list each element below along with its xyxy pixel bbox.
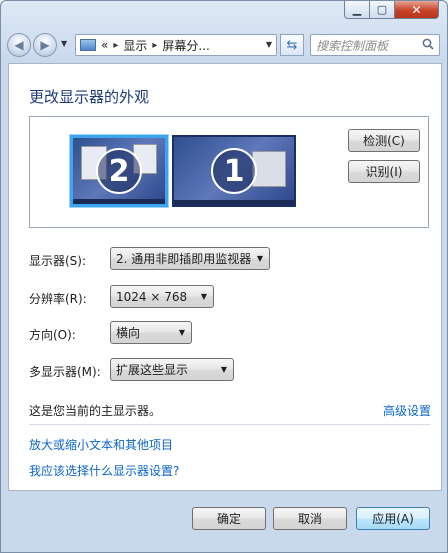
monitor-number-badge: 2 <box>96 148 142 194</box>
navigation-bar: ◀ ▶ ▼ « ▸ 显示 ▸ 屏幕分... ▼ ⇆ 搜索控制面板 <box>7 31 441 59</box>
orientation-select[interactable]: 横向 ▼ <box>110 321 192 344</box>
display-label: 显示器(S): <box>29 254 87 268</box>
apply-button[interactable]: 应用(A) <box>356 507 430 530</box>
screen-resolution-window: ▁ ▢ ✕ ◀ ▶ ▼ « ▸ 显示 ▸ 屏幕分... ▼ ⇆ 搜索控制面板 更… <box>0 0 448 553</box>
minimize-icon: ▁ <box>352 3 362 16</box>
display-select-value: 2. 通用非即插即用监视器 <box>116 252 252 266</box>
close-button[interactable]: ✕ <box>395 1 439 19</box>
resolution-select[interactable]: 1024 × 768 ▼ <box>110 285 214 308</box>
control-panel-icon <box>80 39 96 51</box>
recent-pages-dropdown[interactable]: ▼ <box>61 39 67 48</box>
close-icon: ✕ <box>411 2 422 17</box>
chevron-right-icon[interactable]: ▸ <box>152 40 157 51</box>
maximize-icon: ▢ <box>376 3 388 16</box>
monitor-2[interactable]: 2 <box>70 135 168 207</box>
resolution-select-value: 1024 × 768 <box>116 289 188 304</box>
status-text: 这是您当前的主显示器。 <box>29 404 162 418</box>
chevron-down-icon: ▼ <box>178 328 185 337</box>
taskbar-strip <box>174 200 294 205</box>
orientation-select-value: 横向 <box>116 326 141 340</box>
orientation-label: 方向(O): <box>29 328 76 342</box>
window-thumbnail <box>252 151 286 187</box>
display-help-link[interactable]: 我应该选择什么显示器设置? <box>29 462 179 479</box>
arrow-left-icon: ◀ <box>14 38 24 52</box>
address-bar[interactable]: « ▸ 显示 ▸ 屏幕分... ▼ <box>75 34 277 56</box>
search-placeholder: 搜索控制面板 <box>316 38 389 53</box>
detect-button[interactable]: 检测(C) <box>348 129 420 152</box>
chevron-down-icon: ▼ <box>256 254 263 263</box>
chevron-down-icon[interactable]: ▼ <box>266 40 272 49</box>
advanced-settings-link[interactable]: 高级设置 <box>383 402 431 419</box>
chevron-down-icon: ▼ <box>220 365 227 374</box>
multiple-displays-select-value: 扩展这些显示 <box>116 363 189 377</box>
back-button[interactable]: ◀ <box>7 33 31 57</box>
display-select[interactable]: 2. 通用非即插即用监视器 ▼ <box>110 247 270 270</box>
chevron-right-icon[interactable]: ▸ <box>113 40 118 51</box>
monitor-number-badge: 1 <box>211 148 257 194</box>
breadcrumb-screen-resolution[interactable]: 屏幕分... <box>162 37 209 54</box>
refresh-icon: ⇆ <box>286 37 298 53</box>
arrow-right-icon: ▶ <box>40 38 50 52</box>
forward-button[interactable]: ▶ <box>33 33 57 57</box>
search-icon[interactable] <box>422 38 434 50</box>
multiple-displays-label: 多显示器(M): <box>29 365 101 379</box>
multiple-displays-select[interactable]: 扩展这些显示 ▼ <box>110 358 234 381</box>
identify-button[interactable]: 识别(I) <box>348 160 420 183</box>
taskbar-strip <box>73 199 165 204</box>
cancel-button[interactable]: 取消 <box>273 507 347 530</box>
divider <box>29 424 431 425</box>
monitor-arrangement: 2 1 检测(C) 识别(I) <box>29 116 429 228</box>
content-pane: 更改显示器的外观 2 1 检测(C) 识别(I) 显示器(S): 2. 通用非即… <box>8 63 442 491</box>
page-title: 更改显示器的外观 <box>29 88 150 106</box>
maximize-button[interactable]: ▢ <box>370 1 395 19</box>
search-input[interactable]: 搜索控制面板 <box>310 34 440 56</box>
ok-button[interactable]: 确定 <box>192 507 266 530</box>
minimize-button[interactable]: ▁ <box>344 1 370 19</box>
monitor-1[interactable]: 1 <box>172 135 296 207</box>
caption-buttons: ▁ ▢ ✕ <box>344 1 439 19</box>
address-overflow[interactable]: « <box>101 38 108 52</box>
resolution-label: 分辨率(R): <box>29 292 87 306</box>
refresh-button[interactable]: ⇆ <box>280 34 304 56</box>
text-size-link[interactable]: 放大或缩小文本和其他项目 <box>29 436 173 453</box>
breadcrumb-display[interactable]: 显示 <box>123 37 147 54</box>
chevron-down-icon: ▼ <box>200 292 207 301</box>
